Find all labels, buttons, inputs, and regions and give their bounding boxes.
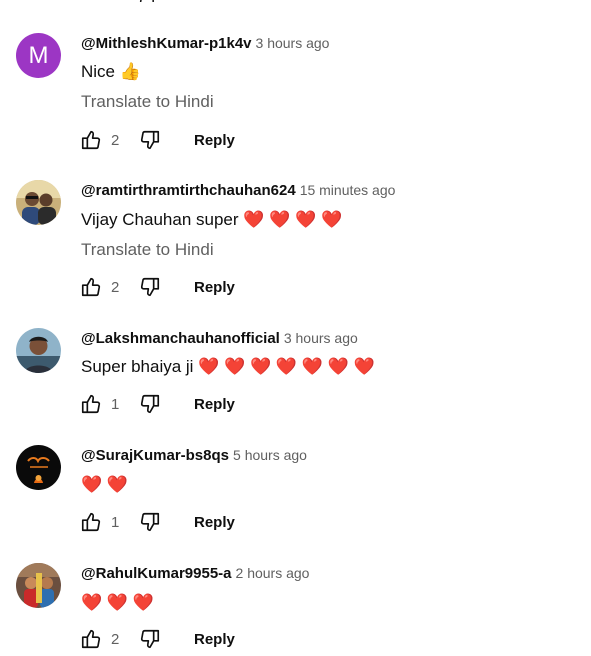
heart-emoji: ❤️ (295, 210, 317, 229)
avatar[interactable] (16, 328, 61, 373)
thumb-down-icon (140, 512, 160, 532)
like-count: 2 (111, 279, 120, 296)
comment-header: @ramtirthramtirthchauhan624 15 minutes ag… (81, 180, 395, 201)
heart-emoji: ❤️ (301, 357, 323, 376)
translate-button[interactable]: Translate to Hindi (81, 90, 214, 114)
thumb-up-icon (81, 512, 101, 532)
comment-header: @Lakshmanchauhanofficial 3 hours ago (81, 328, 358, 349)
comment-actions: 2 Reply (80, 628, 280, 654)
avatar-photo (16, 328, 61, 373)
thumb-down-icon (140, 629, 160, 649)
like-count: 1 (111, 514, 120, 531)
reply-button[interactable]: Reply (194, 131, 235, 151)
like-button[interactable] (80, 628, 102, 650)
like-button[interactable] (80, 276, 102, 298)
avatar-photo (16, 180, 61, 225)
comment-time[interactable]: 5 hours ago (233, 447, 307, 463)
thumb-up-icon (81, 629, 101, 649)
like-button[interactable] (80, 511, 102, 533)
comment-actions: 2 Reply (80, 129, 280, 155)
like-count: 1 (111, 396, 120, 413)
heart-emoji: ❤️ (269, 210, 291, 229)
reply-button[interactable]: Reply (194, 395, 235, 415)
comment-time[interactable]: 3 hours ago (256, 35, 330, 51)
thumb-up-icon (81, 130, 101, 150)
comment-header: @RahulKumar9955-a 2 hours ago (81, 563, 309, 584)
heart-emoji: ❤️ (243, 210, 265, 229)
heart-emoji: ❤️ (81, 475, 103, 494)
dislike-button[interactable] (139, 511, 161, 533)
heart-emoji: ❤️ (275, 357, 298, 376)
thumb-down-icon (140, 130, 160, 150)
like-count: 2 (111, 132, 120, 149)
comment-text: ❤️ ❤️ (81, 473, 128, 497)
like-button[interactable] (80, 393, 102, 415)
translate-button[interactable]: Translate to Hindi (81, 238, 214, 262)
dislike-button[interactable] (139, 393, 161, 415)
avatar-photo (16, 563, 61, 608)
avatar[interactable] (16, 180, 61, 225)
comment-header: @MithleshKumar-p1k4v 3 hours ago (81, 33, 329, 54)
comment-text: Nice 👍 (81, 62, 141, 81)
comment-time[interactable]: 3 hours ago (284, 330, 358, 346)
avatar-letter: M (28, 41, 49, 69)
like-button[interactable] (80, 129, 102, 151)
comment-author[interactable]: @Lakshmanchauhanofficial (81, 330, 280, 347)
comment-text: Super bhaiya ji ❤️ ❤️ ❤️ ❤️ ❤️ ❤️ ❤️ (81, 357, 375, 376)
comment-actions: 2 Reply (80, 276, 280, 302)
comment-author[interactable]: @SurajKumar-bs8qs (81, 447, 229, 464)
heart-emoji: ❤️ (106, 593, 129, 612)
comment-header: @SurajKumar-bs8qs 5 hours ago (81, 445, 307, 466)
comment-author[interactable]: @RahulKumar9955-a (81, 565, 232, 582)
dislike-button[interactable] (139, 276, 161, 298)
comment-actions: 1 Reply (80, 393, 280, 419)
thumb-down-icon (140, 277, 160, 297)
dislike-button[interactable] (139, 129, 161, 151)
comment-time[interactable]: 15 minutes ago (300, 182, 396, 198)
heart-emoji: ❤️ (327, 357, 349, 376)
avatar[interactable] (16, 445, 61, 490)
heart-emoji: ❤️ (198, 357, 220, 376)
like-count: 2 (111, 631, 120, 648)
heart-emoji: ❤️ (250, 357, 272, 376)
heart-emoji: ❤️ (353, 357, 375, 376)
avatar[interactable] (16, 563, 61, 608)
previous-comment-dislike-icon[interactable] (139, 0, 159, 2)
comment-text: ❤️ ❤️ ❤️ (81, 591, 154, 615)
reply-button[interactable]: Reply (194, 513, 235, 533)
reply-button[interactable]: Reply (194, 630, 235, 650)
comment-time[interactable]: 2 hours ago (236, 565, 310, 581)
heart-emoji: ❤️ (224, 357, 246, 376)
heart-emoji: ❤️ (132, 593, 154, 612)
dislike-button[interactable] (139, 628, 161, 650)
avatar[interactable]: M (16, 33, 61, 78)
thumb-up-icon (81, 394, 101, 414)
thumb-down-icon (140, 394, 160, 414)
heart-emoji: ❤️ (106, 475, 129, 494)
heart-emoji: ❤️ (81, 593, 103, 612)
thumb-up-icon (81, 277, 101, 297)
comment-author[interactable]: @MithleshKumar-p1k4v (81, 35, 252, 52)
comment-author[interactable]: @ramtirthramtirthchauhan624 (81, 182, 296, 199)
comment-actions: 1 Reply (80, 511, 280, 537)
heart-emoji: ❤️ (320, 210, 343, 229)
avatar-photo (16, 445, 61, 490)
comment-text: Vijay Chauhan super ❤️ ❤️ ❤️ ❤️ (81, 210, 343, 229)
reply-button[interactable]: Reply (194, 278, 235, 298)
